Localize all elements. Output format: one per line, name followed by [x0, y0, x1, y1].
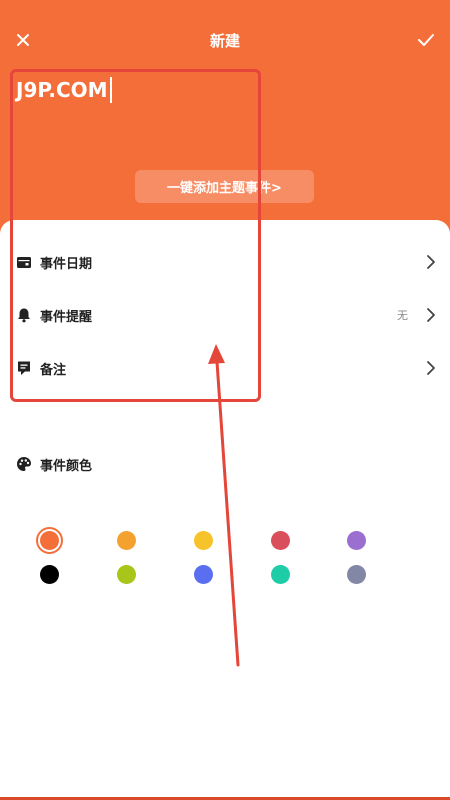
- color-swatch[interactable]: [270, 530, 290, 550]
- event-date-row[interactable]: 事件日期: [0, 242, 450, 282]
- header: 新建 J9P.COM 一键添加主题事件>: [0, 0, 450, 235]
- event-settings-sheet: 事件日期 事件提醒 无 备注 事件颜色: [0, 220, 450, 800]
- color-swatch[interactable]: [346, 530, 366, 550]
- event-color-header: 事件颜色: [0, 444, 450, 484]
- bell-icon: [18, 308, 30, 323]
- color-swatch[interactable]: [39, 564, 59, 584]
- event-reminder-label: 事件提醒: [40, 309, 93, 325]
- text-caret: [109, 76, 112, 103]
- top-bar: 新建: [0, 0, 450, 80]
- color-swatch[interactable]: [193, 564, 213, 584]
- add-theme-event-button[interactable]: 一键添加主题事件>: [135, 170, 314, 203]
- color-swatch[interactable]: [116, 530, 136, 550]
- chevron-right-icon: [427, 361, 435, 375]
- event-reminder-value: 无: [397, 309, 408, 322]
- note-label: 备注: [40, 362, 67, 378]
- event-reminder-row[interactable]: 事件提醒 无: [0, 295, 450, 335]
- note-row[interactable]: 备注: [0, 348, 450, 388]
- palette-icon: [17, 457, 31, 471]
- color-swatch[interactable]: [39, 530, 59, 550]
- event-name-text: J9P.COM: [16, 78, 108, 102]
- color-swatch[interactable]: [346, 564, 366, 584]
- color-swatch[interactable]: [193, 530, 213, 550]
- check-icon[interactable]: [416, 31, 436, 49]
- color-swatch[interactable]: [270, 564, 290, 584]
- page-title: 新建: [209, 32, 240, 50]
- event-name-input[interactable]: J9P.COM: [16, 76, 112, 103]
- chevron-right-icon: [427, 255, 435, 269]
- note-icon: [18, 361, 30, 375]
- event-color-label: 事件颜色: [40, 458, 93, 474]
- calendar-icon: [17, 257, 31, 268]
- chevron-right-icon: [427, 308, 435, 322]
- event-date-label: 事件日期: [40, 256, 93, 272]
- color-swatch[interactable]: [116, 564, 136, 584]
